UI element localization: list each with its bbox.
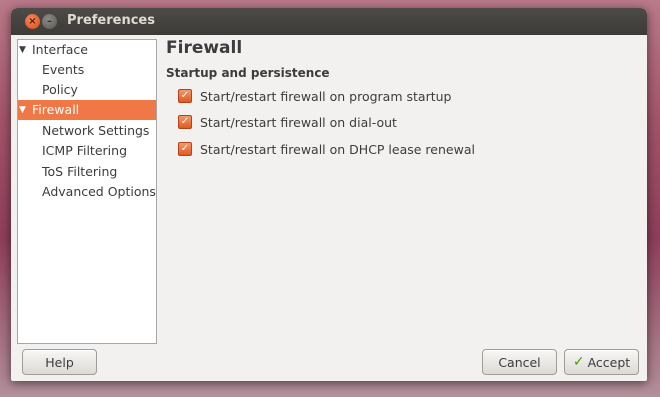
preferences-window: × – Preferences ▼ Interface Events Polic… <box>11 8 647 381</box>
checkbox-dhcp-renewal[interactable]: ✓ Start/restart firewall on DHCP lease r… <box>178 140 475 158</box>
checkbox-checked-icon[interactable]: ✓ <box>178 142 192 156</box>
accept-button-label: Accept <box>587 354 631 370</box>
tree-item-label: Network Settings <box>42 123 150 138</box>
help-button[interactable]: Help <box>22 349 97 375</box>
window-title: Preferences <box>67 13 155 28</box>
tree-item-interface[interactable]: ▼ Interface <box>18 40 156 60</box>
title-bar[interactable]: × – Preferences <box>11 8 647 35</box>
tree-item-label: ICMP Filtering <box>42 143 127 158</box>
tree-item-label: Events <box>42 62 85 77</box>
tree-item-label: Firewall <box>32 102 80 117</box>
checkbox-startup[interactable]: ✓ Start/restart firewall on program star… <box>178 87 451 105</box>
cancel-button-label: Cancel <box>498 354 541 370</box>
help-button-label: Help <box>45 354 74 370</box>
settings-panel: Firewall Startup and persistence ✓ Start… <box>166 35 636 335</box>
tree-item-events[interactable]: Events <box>18 60 156 80</box>
tree-item-firewall[interactable]: ▼ Firewall <box>18 100 156 120</box>
minimize-button[interactable]: – <box>42 14 57 29</box>
tree-item-label: ToS Filtering <box>42 164 118 179</box>
tree-item-network-settings[interactable]: Network Settings <box>18 121 156 141</box>
tree-item-label: Advanced Options <box>42 184 156 199</box>
tree-item-policy[interactable]: Policy <box>18 80 156 100</box>
checkbox-label[interactable]: Start/restart firewall on program startu… <box>200 89 451 104</box>
checkbox-dial-out[interactable]: ✓ Start/restart firewall on dial-out <box>178 113 397 131</box>
checkbox-label[interactable]: Start/restart firewall on DHCP lease ren… <box>200 142 475 157</box>
checkbox-checked-icon[interactable]: ✓ <box>178 89 192 103</box>
triangle-down-icon[interactable]: ▼ <box>19 100 26 120</box>
checkbox-label[interactable]: Start/restart firewall on dial-out <box>200 115 397 130</box>
tree-item-label: Interface <box>32 42 88 57</box>
section-heading: Startup and persistence <box>166 66 330 80</box>
close-icon: × <box>28 15 37 27</box>
tree-item-tos-filtering[interactable]: ToS Filtering <box>18 162 156 182</box>
tree-item-advanced-options[interactable]: Advanced Options <box>18 182 156 202</box>
tree-item-icmp-filtering[interactable]: ICMP Filtering <box>18 141 156 161</box>
checkmark-icon: ✓ <box>572 354 585 370</box>
close-button[interactable]: × <box>25 14 40 29</box>
page-title: Firewall <box>166 38 243 58</box>
tree-item-label: Policy <box>42 82 78 97</box>
triangle-down-icon[interactable]: ▼ <box>19 40 26 60</box>
cancel-button[interactable]: Cancel <box>482 349 557 375</box>
checkbox-checked-icon[interactable]: ✓ <box>178 115 192 129</box>
minimize-icon: – <box>47 15 52 27</box>
accept-button[interactable]: ✓ Accept <box>564 349 639 375</box>
category-tree: ▼ Interface Events Policy ▼ Firewall Net… <box>17 39 157 344</box>
